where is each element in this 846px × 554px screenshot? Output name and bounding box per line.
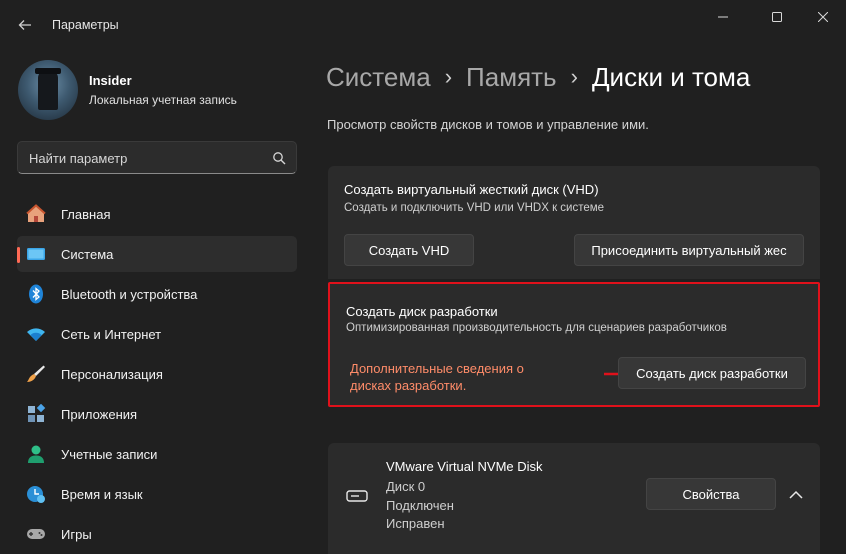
sidebar-item-label: Учетные записи [61,447,158,462]
chevron-up-icon[interactable] [786,487,806,503]
disk-name: VMware Virtual NVMe Disk [386,459,543,474]
sidebar-item-label: Персонализация [61,367,163,382]
disk-health: Исправен [386,516,445,531]
vhd-card: Создать виртуальный жесткий диск (VHD) С… [328,166,820,279]
dev-drive-card-title: Создать диск разработки [346,304,498,319]
system-icon [27,248,45,260]
apps-icon [28,404,46,422]
dev-drive-info-note: Дополнительные сведения о дисках разрабо… [350,361,524,393]
attach-vhd-button[interactable]: Присоединить виртуальный жес [574,234,804,266]
sidebar-item-label: Bluetooth и устройства [61,287,198,302]
title-bar: Параметры [0,0,846,48]
sidebar-item-label: Приложения [61,407,138,422]
sidebar-nav: Главная Система Bluetooth и устройства С… [17,196,297,554]
gaming-icon [27,529,45,539]
sidebar-item-network[interactable]: Сеть и Интернет [17,316,297,352]
sidebar-item-accounts[interactable]: Учетные записи [17,436,297,472]
page-title: Диски и тома [591,61,751,92]
sidebar-item-time-language[interactable]: Время и язык [17,476,297,512]
user-name: Insider [89,73,132,88]
back-arrow-icon [18,20,31,30]
search-placeholder: Найти параметр [29,151,128,166]
disk-card: VMware Virtual NVMe Disk Диск 0 Подключе… [328,443,820,554]
sidebar-item-label: Время и язык [61,487,143,502]
sidebar-item-home[interactable]: Главная [17,196,297,232]
sidebar-item-apps[interactable]: Приложения [17,396,297,432]
search-input[interactable]: Найти параметр [17,141,297,174]
create-dev-drive-button[interactable]: Создать диск разработки [618,357,806,389]
maximize-icon [772,12,782,22]
minimize-button[interactable] [700,0,746,34]
accounts-icon [28,445,44,463]
sidebar-item-label: Главная [61,207,111,222]
sidebar-item-label: Игры [61,527,92,542]
create-vhd-button[interactable]: Создать VHD [344,234,474,266]
sidebar-item-system[interactable]: Система [17,236,297,272]
home-icon [26,204,46,222]
dev-drive-card: Создать диск разработки Оптимизированная… [328,282,820,407]
user-profile[interactable]: Insider Локальная учетная запись [18,60,298,120]
account-type: Локальная учетная запись [89,93,237,107]
breadcrumb: Система › Память › Диски и тома [326,60,750,94]
bluetooth-icon [29,284,43,304]
sidebar-item-bluetooth[interactable]: Bluetooth и устройства [17,276,297,312]
brush-icon [27,365,45,382]
page-subtitle: Просмотр свойств дисков и томов и управл… [327,117,649,132]
time-language-icon [27,486,45,503]
sidebar-item-personalization[interactable]: Персонализация [17,356,297,392]
close-icon [818,12,828,22]
minimize-icon [718,16,728,18]
active-indicator [17,247,20,263]
disk-number: Диск 0 [386,479,426,494]
disk-properties-button[interactable]: Свойства [646,478,776,510]
app-title: Параметры [52,18,119,32]
search-icon [273,152,286,165]
sidebar-item-label: Система [61,247,114,262]
drive-icon [346,490,368,502]
dev-drive-card-description: Оптимизированная производительность для … [346,322,727,334]
vhd-card-description: Создать и подключить VHD или VHDX к сист… [344,202,605,214]
back-button[interactable] [12,12,38,38]
maximize-button[interactable] [754,0,800,34]
vhd-card-title: Создать виртуальный жесткий диск (VHD) [344,182,599,197]
chevron-right-icon: › [570,64,578,89]
network-icon [27,328,45,341]
avatar [18,60,78,120]
close-button[interactable] [800,0,846,34]
chevron-right-icon: › [444,64,453,89]
breadcrumb-item-storage[interactable]: Память [466,62,557,93]
sidebar-item-gaming[interactable]: Игры [17,516,297,552]
sidebar-item-label: Сеть и Интернет [61,327,162,342]
breadcrumb-item-system[interactable]: Система [326,62,431,93]
disk-state: Подключен [386,498,454,513]
